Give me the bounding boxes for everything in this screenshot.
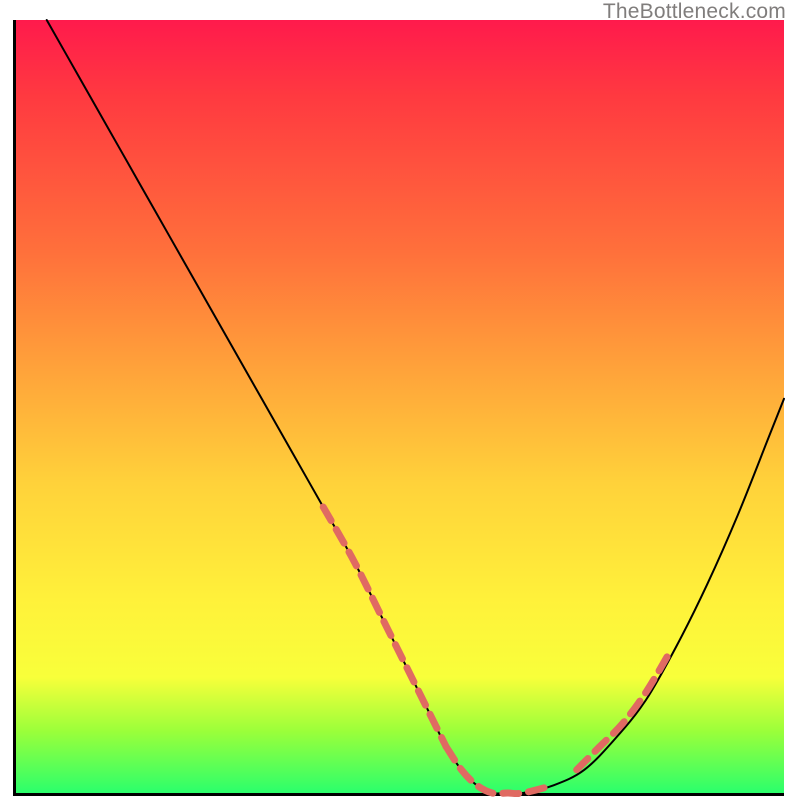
- right-ascent-dash: [577, 654, 669, 770]
- line-layer: [16, 20, 784, 793]
- attribution-text: TheBottleneck.com: [603, 0, 786, 24]
- valley-dash: [446, 747, 554, 794]
- chart-frame: TheBottleneck.com: [0, 0, 800, 800]
- plot-area: [13, 20, 784, 796]
